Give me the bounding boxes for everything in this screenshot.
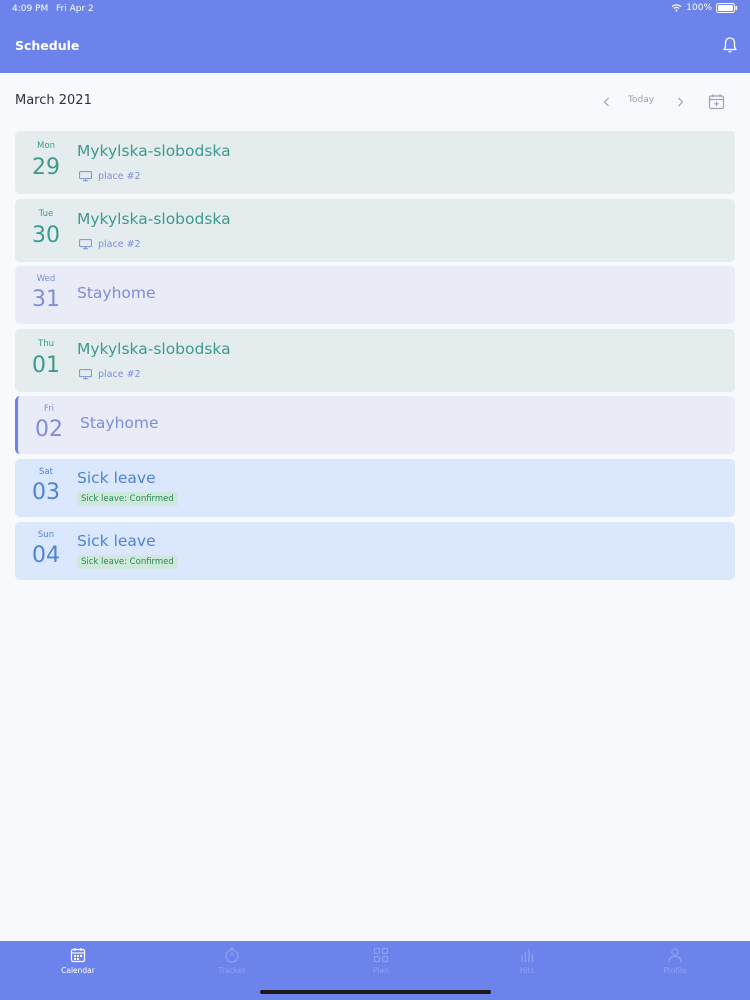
day-card-02[interactable]: Fri 02 Stayhome: [15, 396, 735, 454]
location-title: Stayhome: [80, 414, 159, 432]
tab-hits[interactable]: Hits: [487, 947, 567, 975]
chevron-left-icon[interactable]: [600, 95, 614, 109]
day-number: 02: [35, 417, 63, 442]
day-of-week: Wed: [36, 274, 56, 284]
day-card-03[interactable]: Sat 03 Sick leave Sick leave: Confirmed: [15, 459, 735, 517]
app-header: 4:09 PM Fri Apr 2 100% Schedule: [0, 0, 750, 73]
location-title: Stayhome: [77, 284, 156, 302]
location-title: Mykylska-slobodska: [77, 340, 231, 358]
tab-label: Calendar: [61, 966, 95, 975]
day-number: 04: [32, 543, 60, 568]
tab-label: Plan: [373, 966, 389, 975]
person-icon: [668, 948, 682, 963]
day-of-week: Sun: [37, 530, 55, 540]
day-of-week: Thu: [38, 339, 54, 349]
tab-calendar[interactable]: Calendar: [38, 947, 118, 975]
location-title: Mykylska-slobodska: [77, 142, 231, 160]
location-title: Mykylska-slobodska: [77, 210, 231, 228]
status-time: 4:09 PM: [12, 4, 49, 14]
monitor-icon: [79, 239, 92, 250]
tab-profile[interactable]: Profile: [635, 947, 715, 975]
day-number: 30: [32, 223, 60, 248]
place-label: place #2: [98, 369, 141, 380]
chevron-right-icon[interactable]: [673, 95, 687, 109]
leave-title: Sick leave: [77, 469, 156, 487]
tab-label: Profile: [663, 966, 687, 975]
place-info: place #2: [79, 171, 141, 182]
day-card-29[interactable]: Mon 29 Mykylska-slobodska place #2: [15, 131, 735, 194]
status-indicators: 100%: [671, 3, 738, 13]
tab-plan[interactable]: Plan: [341, 947, 421, 975]
bar-chart-icon: [521, 949, 534, 962]
place-label: place #2: [98, 171, 141, 182]
day-of-week: Tue: [38, 209, 54, 219]
timer-icon: [225, 947, 239, 963]
day-card-01[interactable]: Thu 01 Mykylska-slobodska place #2: [15, 329, 735, 392]
calendar-icon: [70, 948, 86, 963]
monitor-icon: [79, 171, 92, 182]
month-label: March 2021: [15, 93, 92, 108]
status-badge: Sick leave: Confirmed: [77, 555, 178, 569]
day-of-week: Mon: [37, 141, 55, 151]
bell-icon[interactable]: [722, 36, 738, 54]
battery-percent: 100%: [686, 3, 712, 13]
place-info: place #2: [79, 369, 141, 380]
page-title: Schedule: [15, 38, 80, 53]
status-badge: Sick leave: Confirmed: [77, 492, 178, 506]
leave-title: Sick leave: [77, 532, 156, 550]
calendar-add-icon[interactable]: [708, 93, 725, 110]
today-button[interactable]: Today: [628, 95, 654, 105]
tab-label: Tracker: [218, 966, 246, 975]
monitor-icon: [79, 369, 92, 380]
day-card-30[interactable]: Tue 30 Mykylska-slobodska place #2: [15, 199, 735, 262]
day-card-31[interactable]: Wed 31 Stayhome: [15, 266, 735, 324]
battery-icon: [716, 3, 738, 13]
day-of-week: Fri: [43, 404, 55, 414]
day-number: 01: [32, 353, 60, 378]
day-number: 03: [32, 480, 60, 505]
home-indicator: [260, 990, 491, 994]
wifi-icon: [671, 4, 682, 12]
place-label: place #2: [98, 239, 141, 250]
day-card-04[interactable]: Sun 04 Sick leave Sick leave: Confirmed: [15, 522, 735, 580]
grid-icon: [373, 947, 389, 963]
place-info: place #2: [79, 239, 141, 250]
tab-label: Hits: [519, 966, 535, 975]
status-date: Fri Apr 2: [56, 4, 94, 14]
day-number: 31: [32, 287, 60, 312]
day-number: 29: [32, 155, 60, 180]
tab-tracker[interactable]: Tracker: [192, 947, 272, 975]
day-of-week: Sat: [39, 467, 53, 477]
